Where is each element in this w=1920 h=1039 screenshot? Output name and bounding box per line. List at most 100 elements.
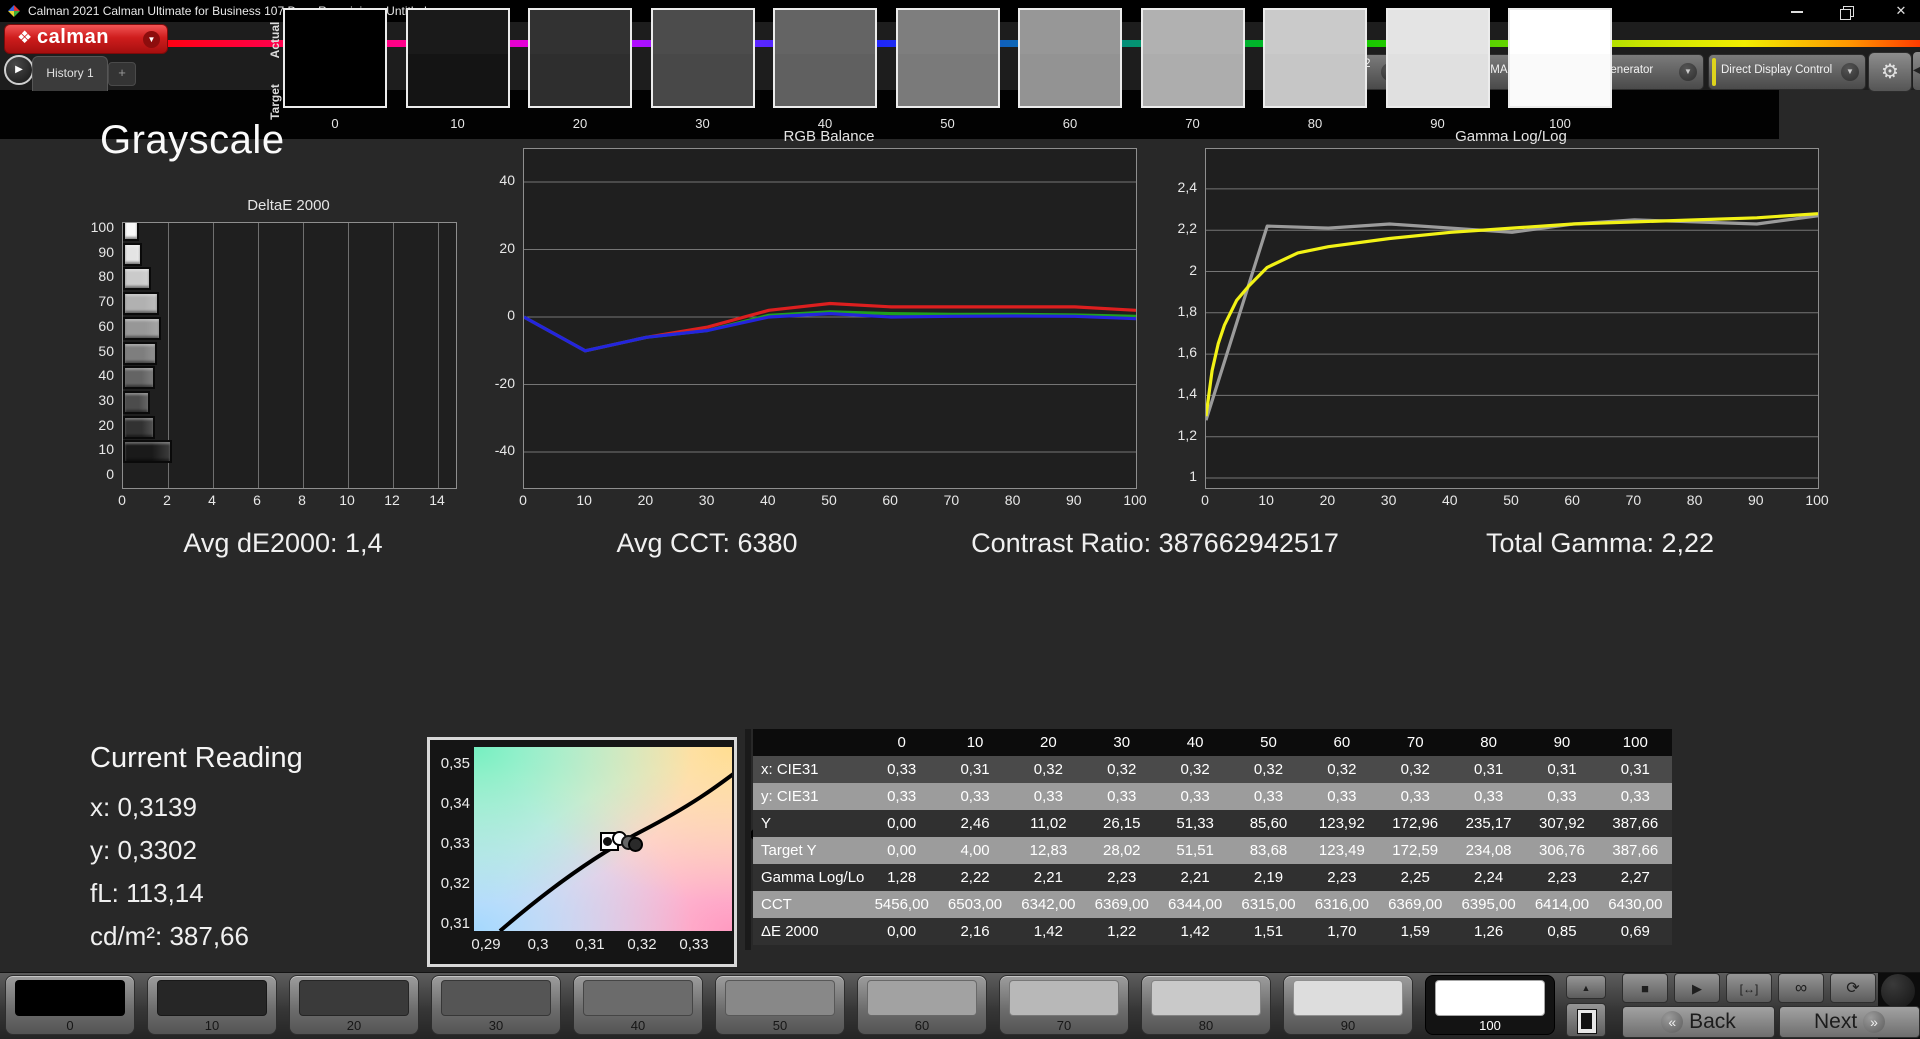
- x-tick: 60: [1564, 492, 1580, 508]
- play-icon: ▶: [1692, 981, 1702, 996]
- swatch-level-label: 20: [572, 116, 588, 131]
- series-blue-balance: [524, 312, 1136, 353]
- add-tab-button[interactable]: +: [108, 62, 136, 86]
- deltae-chart-title: DeltaE 2000: [247, 197, 330, 214]
- calman-menu-button[interactable]: ❖ calman ▼: [4, 24, 168, 54]
- tab-history-1[interactable]: History 1: [32, 56, 108, 91]
- pattern-button-40[interactable]: 40: [573, 975, 703, 1035]
- pattern-button-10[interactable]: 10: [147, 975, 277, 1035]
- refresh-button[interactable]: ⟳: [1830, 973, 1876, 1003]
- pattern-button-70[interactable]: 70: [999, 975, 1129, 1035]
- y-tick: 2: [1189, 261, 1197, 278]
- avg-cct-stat: Avg CCT: 6380: [616, 528, 798, 558]
- pattern-label: 10: [204, 1018, 220, 1033]
- deltae-y-tick: 100: [90, 219, 114, 235]
- table-cell: 2,23: [1085, 864, 1159, 891]
- gamma-x-axis: 0 10 20 30 40 50 60 70 80 90 100: [1201, 492, 1829, 508]
- range-icon: [↔]: [1739, 982, 1759, 996]
- refresh-icon: ⟳: [1846, 980, 1860, 997]
- table-cell: 2,23: [1305, 864, 1379, 891]
- minimize-button[interactable]: [1782, 3, 1812, 19]
- gear-icon[interactable]: ⚙: [1868, 52, 1912, 92]
- restore-button[interactable]: [1832, 3, 1862, 20]
- pattern-button-50[interactable]: 50: [715, 975, 845, 1035]
- target-patch: [652, 54, 753, 106]
- swatch-level-label: 10: [450, 116, 465, 131]
- actual-patch: [1265, 10, 1365, 55]
- pattern-button-30[interactable]: 30: [431, 975, 561, 1035]
- single-measure-button[interactable]: [↔]: [1726, 973, 1772, 1003]
- chevron-down-icon[interactable]: ▼: [1679, 63, 1697, 81]
- pattern-swatch: [15, 980, 125, 1016]
- session-play-button[interactable]: ▶: [4, 55, 34, 85]
- table-cell: 1,59: [1378, 918, 1452, 945]
- pattern-button-80[interactable]: 80: [1141, 975, 1271, 1035]
- back-arrow-icon: «: [1661, 1011, 1684, 1034]
- table-cell: 0,32: [1305, 756, 1379, 783]
- deltae-bar-100: [123, 223, 139, 241]
- chevron-down-icon[interactable]: ▼: [1841, 63, 1859, 81]
- bar-expand-button[interactable]: ▲: [1566, 975, 1606, 999]
- dim-circle-button[interactable]: [1881, 974, 1915, 1008]
- close-button[interactable]: ✕: [1886, 3, 1916, 19]
- pattern-swatch: [1151, 980, 1261, 1016]
- table-cell: 0,33: [1525, 783, 1599, 810]
- display-control-selector[interactable]: Direct Display Control ▼: [1708, 54, 1866, 90]
- table-cell: 5456,00: [865, 891, 939, 918]
- table-cell: 1,26: [1451, 918, 1526, 945]
- pattern-swatch: [1435, 980, 1545, 1016]
- deltae-bar-50: [123, 341, 157, 365]
- table-column-header: 100: [1598, 729, 1672, 756]
- y-tick: 20: [499, 239, 515, 256]
- y-tick: 1,8: [1177, 302, 1197, 319]
- table-cell: 6316,00: [1305, 891, 1379, 918]
- table-corner-cell: [753, 729, 865, 756]
- pattern-button-0[interactable]: 0: [5, 975, 135, 1035]
- pattern-label: 90: [1340, 1018, 1356, 1033]
- pattern-swatch: [1293, 980, 1403, 1016]
- avg-de2000-stat: Avg dE2000: 1,4: [183, 528, 383, 558]
- rgb-x-axis: 0 10 20 30 40 50 60 70 80 90 100: [519, 492, 1147, 508]
- pattern-swatch: [725, 980, 835, 1016]
- table-row-label: Gamma Log/Log: [753, 864, 865, 891]
- table-cell: 0,31: [938, 756, 1012, 783]
- swatch-level-label: 80: [1307, 116, 1323, 131]
- series-target-gamma: [1206, 212, 1818, 417]
- chevron-down-icon[interactable]: ▼: [143, 31, 160, 48]
- deltae-x-tick: 6: [253, 492, 261, 508]
- continuous-measure-button[interactable]: ∞: [1778, 973, 1824, 1003]
- contrast-ratio-stat: Contrast Ratio: 387662942517: [971, 528, 1339, 558]
- cie-x-tick: 0,31: [575, 936, 605, 953]
- table-cell: 0,33: [1085, 783, 1159, 810]
- swatch-level-label: 90: [1430, 116, 1445, 131]
- pattern-swatch: [157, 980, 267, 1016]
- actual-patch: [1142, 10, 1243, 55]
- table-cell: 234,08: [1451, 837, 1526, 864]
- table-cell: 6430,00: [1598, 891, 1672, 918]
- pattern-button-60[interactable]: 60: [857, 975, 987, 1035]
- x-tick: 70: [1625, 492, 1642, 508]
- next-button[interactable]: Next »: [1779, 1006, 1920, 1038]
- measure-play-button[interactable]: ▶: [1674, 973, 1720, 1003]
- table-cell: 0,69: [1598, 918, 1672, 945]
- y-tick: 1,6: [1177, 344, 1197, 361]
- x-tick: 100: [1123, 492, 1147, 508]
- window-shade-button[interactable]: [1566, 1003, 1606, 1037]
- cie-y-tick: 0,32: [440, 875, 470, 892]
- back-button[interactable]: « Back: [1622, 1006, 1775, 1038]
- table-cell: 0,00: [865, 918, 939, 945]
- target-patch: [1265, 54, 1365, 106]
- y-tick: 40: [499, 172, 515, 188]
- collapse-panel-button[interactable]: ◀: [1913, 52, 1920, 90]
- grayscale-swatch-90: [1385, 8, 1490, 108]
- grayscale-swatch-0: [283, 8, 387, 108]
- pattern-button-90[interactable]: 90: [1283, 975, 1413, 1035]
- pattern-button-20[interactable]: 20: [289, 975, 419, 1035]
- table-row-label: ΔE 2000: [753, 918, 865, 945]
- table-cell: 387,66: [1598, 810, 1672, 837]
- table-cell: 123,92: [1305, 810, 1379, 837]
- cie-y-tick: 0,33: [440, 835, 470, 852]
- stop-button[interactable]: ■: [1622, 973, 1668, 1003]
- pattern-button-100[interactable]: 100: [1425, 975, 1555, 1035]
- table-cell: 0,32: [1158, 756, 1232, 783]
